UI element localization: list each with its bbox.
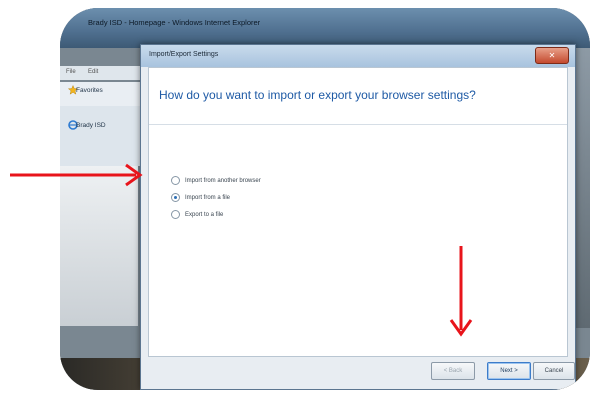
import-export-dialog: Import/Export Settings ✕ How do you want…: [140, 44, 576, 390]
option-import-from-browser[interactable]: Import from another browser: [171, 176, 261, 188]
dialog-heading: How do you want to import or export your…: [159, 88, 476, 102]
close-button[interactable]: ✕: [535, 47, 569, 64]
cancel-button[interactable]: Cancel: [533, 362, 575, 380]
menu-edit[interactable]: Edit: [88, 69, 98, 75]
radio-export-to-file[interactable]: [171, 210, 180, 219]
dialog-body: How do you want to import or export your…: [148, 67, 568, 357]
dialog-titlebar: Import/Export Settings ✕: [141, 45, 575, 67]
radio-import-from-browser[interactable]: [171, 176, 180, 185]
ie-tab-bar: [60, 106, 140, 166]
ie-titlebar: Brady ISD - Homepage - Windows Internet …: [60, 8, 590, 48]
back-button[interactable]: < Back: [431, 362, 475, 380]
next-button[interactable]: Next >: [487, 362, 531, 380]
divider: [149, 124, 567, 125]
page-content-strip: [60, 166, 138, 326]
option-label: Import from a file: [185, 195, 231, 202]
menu-file[interactable]: File: [66, 69, 76, 75]
favorites-label[interactable]: Favorites: [76, 87, 103, 94]
ie-menubar: File Edit: [60, 66, 140, 80]
arrow-down-icon: [449, 246, 473, 337]
ie-window-title: Brady ISD - Homepage - Windows Internet …: [88, 18, 261, 27]
radio-import-from-file[interactable]: [171, 193, 180, 202]
browser-tab[interactable]: Brady ISD: [76, 122, 106, 129]
option-label: Export to a file: [185, 212, 224, 219]
option-export-to-file[interactable]: Export to a file: [171, 210, 223, 222]
arrow-right-icon: [10, 163, 143, 187]
screenshot-frame: Brady ISD - Homepage - Windows Internet …: [60, 8, 590, 390]
option-import-from-file[interactable]: Import from a file: [171, 193, 230, 205]
dialog-title: Import/Export Settings: [149, 51, 219, 58]
option-label: Import from another browser: [185, 178, 261, 185]
